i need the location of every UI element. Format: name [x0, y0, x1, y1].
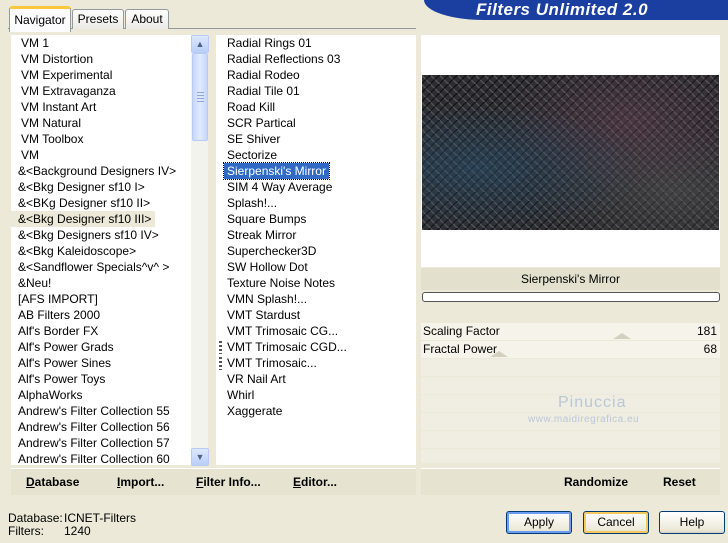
- arrow-up-icon: ▲: [195, 39, 205, 49]
- grip-line: [197, 101, 204, 102]
- category-item[interactable]: &<Bkg Designers sf10 IV>: [11, 227, 159, 243]
- category-item[interactable]: &<Bkg Designer sf10 III>: [11, 211, 156, 227]
- param-row-empty: [421, 449, 720, 463]
- category-item[interactable]: VM Toolbox: [11, 131, 83, 147]
- editor-marker-icon: [219, 357, 222, 370]
- filter-item[interactable]: Sectorize: [224, 147, 280, 163]
- app-title: Filters Unlimited 2.0: [476, 0, 649, 19]
- watermark-text: Pinuccia: [558, 394, 627, 411]
- category-item[interactable]: &<Background Designers IV>: [11, 163, 176, 179]
- category-item[interactable]: &<Bkg Designer sf10 I>: [11, 179, 145, 195]
- filter-item[interactable]: Whirl: [224, 387, 257, 403]
- cancel-button[interactable]: Cancel: [583, 511, 649, 534]
- category-item[interactable]: Andrew's Filter Collection 56: [11, 419, 170, 435]
- filter-item[interactable]: Radial Rodeo: [224, 67, 303, 83]
- filter-item[interactable]: Splash!...: [224, 195, 280, 211]
- tab-navigator[interactable]: Navigator: [9, 6, 71, 32]
- filter-item[interactable]: VMT Trimosaic...: [224, 355, 320, 371]
- category-item[interactable]: Alf's Border FX: [11, 323, 98, 339]
- filter-item[interactable]: SIM 4 Way Average: [224, 179, 335, 195]
- category-item[interactable]: &<BKg Designer sf10 II>: [11, 195, 150, 211]
- param-value: 68: [703, 342, 717, 356]
- reset-button[interactable]: Reset: [663, 474, 696, 490]
- filter-item[interactable]: Xaggerate: [224, 403, 285, 419]
- filter-item[interactable]: Square Bumps: [224, 211, 309, 227]
- param-label: Fractal Power: [423, 342, 498, 356]
- category-item[interactable]: &<Bkg Kaleidoscope>: [11, 243, 136, 259]
- scroll-down-button[interactable]: ▼: [191, 448, 209, 466]
- category-item[interactable]: Alf's Power Sines: [11, 355, 111, 371]
- category-item[interactable]: Alf's Power Grads: [11, 339, 114, 355]
- category-item[interactable]: AlphaWorks: [11, 387, 82, 403]
- category-item[interactable]: AB Filters 2000: [11, 307, 100, 323]
- filter-item[interactable]: Streak Mirror: [224, 227, 299, 243]
- param-row-empty: [421, 359, 720, 376]
- category-item[interactable]: Alf's Power Toys: [11, 371, 105, 387]
- category-item[interactable]: VM Experimental: [11, 67, 112, 83]
- filter-list[interactable]: Radial Rings 01 Radial Reflections 03 Radi…: [216, 35, 416, 465]
- scroll-thumb[interactable]: [192, 53, 208, 141]
- filter-item[interactable]: Radial Rings 01: [224, 35, 315, 51]
- filters-count: 1240: [64, 524, 91, 538]
- param-row-empty: [421, 431, 720, 448]
- preview-image: [422, 75, 719, 230]
- progress-bar: [422, 292, 720, 302]
- param-value: 181: [696, 324, 717, 338]
- category-item[interactable]: Andrew's Filter Collection 60: [11, 451, 170, 465]
- editor-marker-icon: [219, 341, 222, 354]
- category-item[interactable]: Andrew's Filter Collection 57: [11, 435, 170, 451]
- scroll-up-button[interactable]: ▲: [191, 35, 209, 53]
- grip-line: [197, 92, 204, 93]
- grip-line: [197, 98, 204, 99]
- tab-presets[interactable]: Presets: [72, 9, 124, 29]
- filter-item[interactable]: VMT Stardust: [224, 307, 303, 323]
- filter-item[interactable]: VMN Splash!...: [224, 291, 310, 307]
- tab-about[interactable]: About: [125, 9, 169, 29]
- filter-item[interactable]: Radial Tile 01: [224, 83, 303, 99]
- grip-line: [197, 95, 204, 96]
- category-item[interactable]: VM Instant Art: [11, 99, 96, 115]
- param-label: Scaling Factor: [423, 324, 500, 338]
- category-scrollbar[interactable]: ▲ ▼: [191, 35, 209, 466]
- filters-label: Filters:: [8, 524, 44, 538]
- category-item[interactable]: VM Extravaganza: [11, 83, 116, 99]
- selected-filter-title: Sierpenski's Mirror: [421, 268, 720, 290]
- database-button[interactable]: Database: [26, 474, 79, 490]
- category-item[interactable]: [AFS IMPORT]: [11, 291, 98, 307]
- filter-item[interactable]: SW Hollow Dot: [224, 259, 311, 275]
- filter-item[interactable]: Road Kill: [224, 99, 278, 115]
- category-item[interactable]: VM Natural: [11, 115, 81, 131]
- filter-item[interactable]: VMT Trimosaic CGD...: [224, 339, 350, 355]
- category-item[interactable]: VM 1: [11, 35, 49, 51]
- category-list[interactable]: VM 1 VM Distortion VM Experimental VM Extra…: [11, 35, 191, 465]
- watermark-url: www.maidiregrafica.eu: [528, 414, 640, 425]
- filter-item[interactable]: Texture Noise Notes: [224, 275, 338, 291]
- category-item[interactable]: VM Distortion: [11, 51, 93, 67]
- database-value: ICNET-Filters: [64, 511, 136, 525]
- filter-item[interactable]: VMT Trimosaic CG...: [224, 323, 341, 339]
- category-item[interactable]: VM: [11, 147, 39, 163]
- editor-button[interactable]: Editor...: [293, 474, 337, 490]
- filter-item[interactable]: Radial Reflections 03: [224, 51, 343, 67]
- database-label: Database:: [8, 511, 63, 525]
- category-item[interactable]: &Neu!: [11, 275, 51, 291]
- filter-item[interactable]: SCR Partical: [224, 115, 299, 131]
- apply-button[interactable]: Apply: [506, 511, 572, 534]
- param-row-empty: [421, 377, 720, 394]
- arrow-down-icon: ▼: [195, 452, 205, 462]
- filter-item[interactable]: Sierpenski's Mirror: [223, 162, 330, 180]
- filter-item[interactable]: Superchecker3D: [224, 243, 319, 259]
- filter-item[interactable]: SE Shiver: [224, 131, 283, 147]
- filter-info-button[interactable]: Filter Info...: [196, 474, 261, 490]
- import-button[interactable]: Import...: [117, 474, 164, 490]
- category-item[interactable]: &<Sandflower Specials^v^ >: [11, 259, 169, 275]
- category-item[interactable]: Andrew's Filter Collection 55: [11, 403, 170, 419]
- filter-item[interactable]: VR Nail Art: [224, 371, 289, 387]
- randomize-button[interactable]: Randomize: [564, 474, 628, 490]
- help-button[interactable]: Help: [659, 511, 725, 534]
